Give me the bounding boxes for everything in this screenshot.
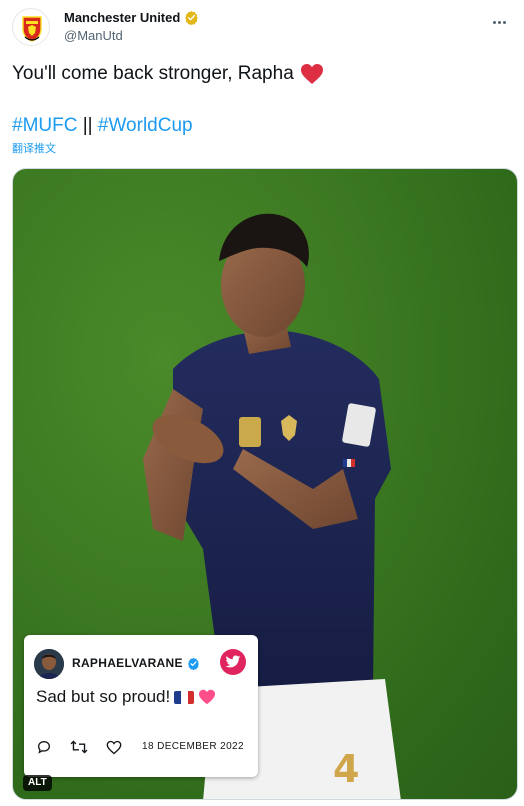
like-icon	[106, 740, 122, 754]
tweet-header: Manchester United @ManUtd	[12, 6, 512, 46]
retweet-icon	[70, 740, 88, 754]
more-options-icon[interactable]	[486, 12, 512, 32]
tweet-hashtags: #MUFC || #WorldCup	[12, 114, 193, 138]
tweet-media-image[interactable]: 4 RAPHAELVARANE Sad but so proud! 18 DEC…	[12, 168, 518, 800]
embedded-username-row: RAPHAELVARANE	[72, 656, 200, 670]
hashtag-separator: ||	[77, 115, 98, 136]
embedded-date: 18 DECEMBER 2022	[141, 741, 244, 752]
verified-badge-icon	[185, 10, 199, 25]
tweet-body: You'll come back stronger, Rapha	[12, 63, 294, 84]
embedded-text: Sad but so proud!	[36, 687, 171, 706]
tweet-text: You'll come back stronger, Rapha	[12, 62, 324, 86]
author-name-row[interactable]: Manchester United	[64, 10, 199, 25]
alt-text-badge[interactable]: ALT	[23, 775, 52, 791]
player-avatar-icon	[34, 649, 64, 679]
author-handle[interactable]: @ManUtd	[64, 28, 123, 43]
reply-icon	[37, 740, 51, 754]
embedded-username: RAPHAELVARANE	[72, 656, 183, 670]
hashtag-worldcup[interactable]: #WorldCup	[98, 115, 193, 136]
red-heart-icon	[300, 64, 323, 84]
pink-heart-icon	[199, 689, 216, 705]
embedded-avatar	[34, 649, 64, 679]
embedded-verified-icon	[187, 657, 199, 670]
twitter-bird-icon	[220, 649, 246, 675]
translate-tweet-link[interactable]: 翻译推文	[12, 140, 56, 156]
embedded-tweet-text: Sad but so proud!	[36, 687, 216, 707]
france-flag-icon	[174, 690, 195, 704]
manchester-united-crest-icon	[15, 11, 49, 45]
embedded-actions	[36, 739, 122, 755]
author-avatar[interactable]	[12, 8, 50, 46]
hashtag-mufc[interactable]: #MUFC	[12, 115, 77, 136]
author-display-name[interactable]: Manchester United	[64, 10, 180, 25]
embedded-tweet-card: RAPHAELVARANE Sad but so proud! 18 DECEM…	[24, 635, 258, 777]
jersey-number: 4	[333, 747, 360, 791]
